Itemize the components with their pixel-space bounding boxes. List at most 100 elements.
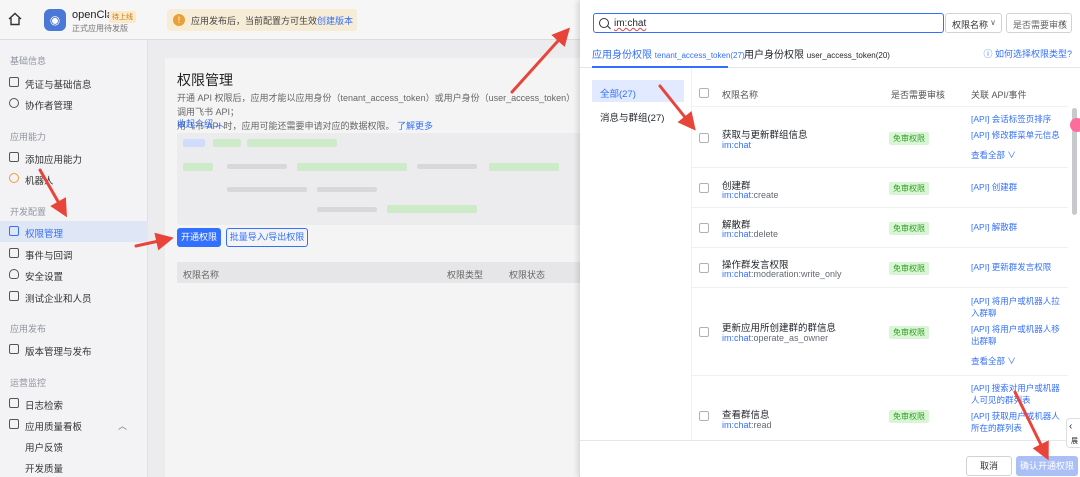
permission-table-header: 权限名称 是否需要审核 关联 API/事件: [692, 80, 1068, 107]
sidebar-item-events[interactable]: 事件与回调: [0, 243, 148, 264]
permission-type-help-link[interactable]: ⓘ 如何选择权限类型?: [983, 47, 1072, 60]
api-link[interactable]: [API] 更新群发言权限: [971, 261, 1066, 273]
tab-user-permissions[interactable]: 用户身份权限 user_access_token(20): [744, 46, 890, 61]
sidebar-item-bot[interactable]: 机器人: [0, 168, 148, 189]
row-checkbox[interactable]: [699, 223, 709, 233]
sidebar-item-quality[interactable]: 应用质量看板 ︿: [0, 414, 148, 435]
category-list: 全部(27) 消息与群组(27): [580, 68, 692, 440]
shield-icon: [9, 269, 19, 279]
app-status-badge: 待上线: [109, 11, 136, 23]
table-row: 获取与更新群组信息 im:chat 免审权限 [API] 会话标签页排序 [AP…: [692, 107, 1068, 168]
row-checkbox[interactable]: [699, 133, 709, 143]
grid-icon: [9, 152, 19, 162]
user-icon: [9, 98, 19, 108]
chevron-down-icon: ∨: [1007, 150, 1016, 160]
sidebar: 基础信息 凭证与基础信息 协作者管理 应用能力 添加应用能力 机器人 开发配置 …: [0, 40, 148, 477]
related-api-list: [API] 将用户或机器人拉入群聊 [API] 将用户或机器人移出群聊: [971, 295, 1066, 347]
collapse-intro-link[interactable]: 收起介绍 ︿: [177, 117, 225, 130]
sidebar-item-permissions[interactable]: 权限管理: [0, 221, 148, 242]
side-expand-button[interactable]: ‹ 展: [1066, 418, 1080, 448]
event-icon: [9, 248, 19, 258]
permission-table: 权限名称 是否需要审核 关联 API/事件 获取与更新群组信息 im:chat …: [692, 80, 1080, 440]
sidebar-item-security[interactable]: 安全设置: [0, 264, 148, 285]
review-filter-select[interactable]: 是否需要审核 ∨: [1006, 13, 1072, 33]
related-api-list: [API] 创建群: [971, 181, 1066, 193]
no-review-badge: 免审权限: [889, 182, 929, 195]
no-review-badge: 免审权限: [889, 222, 929, 235]
api-link[interactable]: [API] 获取用户或机器人所在的群列表: [971, 410, 1066, 434]
api-link[interactable]: [API] 修改群菜单元信息: [971, 129, 1066, 141]
sidebar-item-versions[interactable]: 版本管理与发布: [0, 339, 148, 360]
sidebar-item-credentials[interactable]: 凭证与基础信息: [0, 72, 148, 93]
search-value: im:chat: [614, 18, 647, 29]
warning-icon: !: [173, 14, 185, 26]
learn-more-link[interactable]: 了解更多: [397, 121, 433, 131]
row-checkbox[interactable]: [699, 183, 709, 193]
sidebar-item-add-capability[interactable]: 添加应用能力: [0, 147, 148, 168]
related-api-list: [API] 搜索对用户或机器人可见的群列表 [API] 获取用户或机器人所在的群…: [971, 382, 1066, 434]
api-link[interactable]: [API] 解散群: [971, 221, 1066, 233]
chevron-down-icon: ∨: [1007, 356, 1016, 366]
category-all[interactable]: 全部(27): [592, 80, 684, 102]
home-icon[interactable]: [8, 12, 22, 26]
search-icon: [599, 18, 609, 28]
floating-badge[interactable]: [1070, 118, 1080, 132]
sidebar-item-collaborators[interactable]: 协作者管理: [0, 93, 148, 114]
view-all-link[interactable]: 查看全部 ∨: [971, 149, 1016, 161]
page-title: 权限管理: [177, 72, 233, 88]
row-checkbox[interactable]: [699, 411, 709, 421]
chevron-up-icon: ︿: [118, 421, 128, 431]
permission-card: 权限管理 开通 API 权限后，应用才能以应用身份（tenant_access_…: [165, 58, 588, 477]
table-row: 更新应用所创建群的群信息 im:chat:operate_as_owner 免审…: [692, 288, 1068, 376]
sidebar-item-test-tenant[interactable]: 测试企业和人员: [0, 286, 148, 307]
sidebar-section-title: 运营监控: [10, 378, 47, 388]
cancel-button[interactable]: 取消: [966, 456, 1012, 476]
bot-icon: [9, 173, 19, 183]
no-review-badge: 免审权限: [889, 262, 929, 275]
credential-icon: [9, 77, 19, 87]
sidebar-item-dev-quality[interactable]: 开发质量: [0, 456, 148, 477]
create-version-link[interactable]: 创建版本: [317, 14, 353, 27]
search-field-select[interactable]: 权限名称 ∨: [945, 13, 1002, 33]
api-link[interactable]: [API] 会话标签页排序: [971, 113, 1066, 125]
open-permission-button[interactable]: 开通权限: [177, 228, 221, 247]
question-icon: ⓘ: [983, 49, 993, 59]
sidebar-section-title: 开发配置: [10, 207, 47, 217]
permission-type-tabs: 应用身份权限 tenant_access_token(27) 用户身份权限 us…: [580, 40, 1080, 68]
log-icon: [9, 398, 19, 408]
row-checkbox[interactable]: [699, 263, 709, 273]
api-link[interactable]: [API] 将用户或机器人移出群聊: [971, 323, 1066, 347]
tab-tenant-permissions[interactable]: 应用身份权限 tenant_access_token(27): [592, 46, 745, 61]
permission-search-input[interactable]: im:chat: [593, 13, 944, 33]
permission-table-header: 权限名称 权限类型 权限状态: [177, 262, 585, 283]
view-all-link[interactable]: 查看全部 ∨: [971, 355, 1016, 367]
related-api-list: [API] 解散群: [971, 221, 1066, 233]
sidebar-section-title: 应用能力: [10, 132, 47, 142]
category-message-group[interactable]: 消息与群组(27): [592, 104, 684, 126]
flow-diagram: [177, 133, 585, 225]
main-content: 权限管理 开通 API 权限后，应用才能以应用身份（tenant_access_…: [148, 40, 588, 477]
api-link[interactable]: [API] 搜索对用户或机器人可见的群列表: [971, 382, 1066, 406]
test-icon: [9, 291, 19, 301]
batch-import-export-button[interactable]: 批量导入/导出权限: [226, 228, 308, 247]
table-row: 查看群信息 im:chat:read 免审权限 [API] 搜索对用户或机器人可…: [692, 376, 1068, 440]
sidebar-section-title: 基础信息: [10, 56, 47, 66]
version-icon: [9, 344, 19, 354]
publish-notice: ! 应用发布后，当前配置方可生效 创建版本: [167, 9, 357, 31]
app-subtitle: 正式应用待发版: [72, 24, 128, 33]
sidebar-item-logs[interactable]: 日志检索: [0, 393, 148, 414]
no-review-badge: 免审权限: [889, 132, 929, 145]
app-logo: ◉: [44, 9, 66, 31]
dashboard-icon: [9, 419, 19, 429]
sidebar-section-title: 应用发布: [10, 324, 47, 334]
row-checkbox[interactable]: [699, 327, 709, 337]
select-all-checkbox[interactable]: [699, 88, 709, 98]
notice-text: 应用发布后，当前配置方可生效: [191, 16, 318, 26]
add-permission-drawer: im:chat 权限名称 ∨ 是否需要审核 ∨ 应用身份权限 tenant_acce…: [580, 0, 1080, 477]
table-row: 创建群 im:chat:create 免审权限 [API] 创建群: [692, 168, 1068, 208]
api-link[interactable]: [API] 将用户或机器人拉入群聊: [971, 295, 1066, 319]
permission-icon: [9, 226, 19, 236]
confirm-open-permission-button[interactable]: 确认开通权限: [1016, 456, 1078, 476]
api-link[interactable]: [API] 创建群: [971, 181, 1066, 193]
sidebar-item-feedback[interactable]: 用户反馈: [0, 435, 148, 456]
